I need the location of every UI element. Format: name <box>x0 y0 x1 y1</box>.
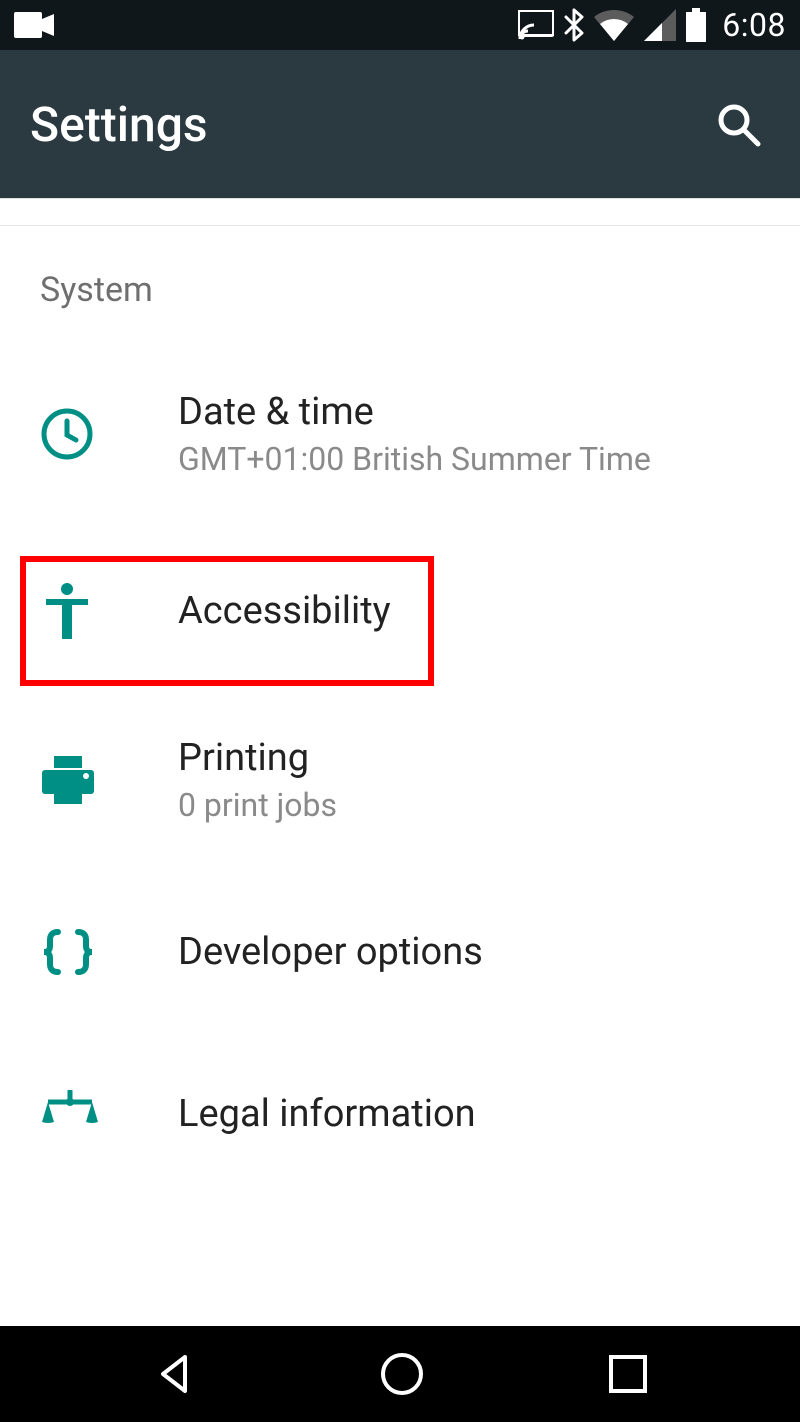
item-subtitle: 0 print jobs <box>178 786 337 824</box>
item-legal-information[interactable]: Legal information <box>0 1032 800 1196</box>
clock-text: 6:08 <box>722 6 786 44</box>
section-header-system: System <box>0 252 800 334</box>
braces-icon <box>40 928 96 976</box>
item-printing[interactable]: Printing 0 print jobs <box>0 688 800 872</box>
scales-icon <box>40 1088 100 1140</box>
item-title: Date & time <box>178 390 651 434</box>
settings-list: System Date & time GMT+01:00 British Sum… <box>0 198 800 1326</box>
item-accessibility[interactable]: Accessibility <box>0 534 800 688</box>
status-bar: 6:08 <box>0 0 800 50</box>
page-title: Settings <box>30 96 208 153</box>
signal-icon <box>644 9 676 41</box>
printer-icon <box>40 754 96 806</box>
section-divider <box>0 225 800 226</box>
status-bar-left <box>14 12 54 38</box>
item-title: Developer options <box>178 930 483 974</box>
status-bar-right: 6:08 <box>518 6 786 44</box>
home-button[interactable] <box>349 1341 455 1407</box>
search-button[interactable] <box>706 92 770 156</box>
recent-apps-icon <box>607 1353 649 1395</box>
item-developer-options[interactable]: Developer options <box>0 872 800 1032</box>
bluetooth-icon <box>564 8 584 42</box>
item-date-time[interactable]: Date & time GMT+01:00 British Summer Tim… <box>0 334 800 534</box>
item-title: Legal information <box>178 1092 476 1136</box>
recent-apps-button[interactable] <box>577 1343 679 1405</box>
cast-icon <box>518 10 554 40</box>
back-button[interactable] <box>121 1341 227 1407</box>
back-icon <box>151 1351 197 1397</box>
camera-icon <box>14 12 54 38</box>
item-title: Printing <box>178 736 337 780</box>
search-icon <box>714 100 762 148</box>
app-bar: Settings <box>0 50 800 198</box>
item-subtitle: GMT+01:00 British Summer Time <box>178 440 651 478</box>
home-icon <box>379 1351 425 1397</box>
accessibility-icon <box>40 582 94 640</box>
wifi-icon <box>594 9 634 41</box>
battery-icon <box>686 8 706 42</box>
clock-icon <box>40 407 94 461</box>
item-title: Accessibility <box>178 589 391 633</box>
navigation-bar <box>0 1326 800 1422</box>
